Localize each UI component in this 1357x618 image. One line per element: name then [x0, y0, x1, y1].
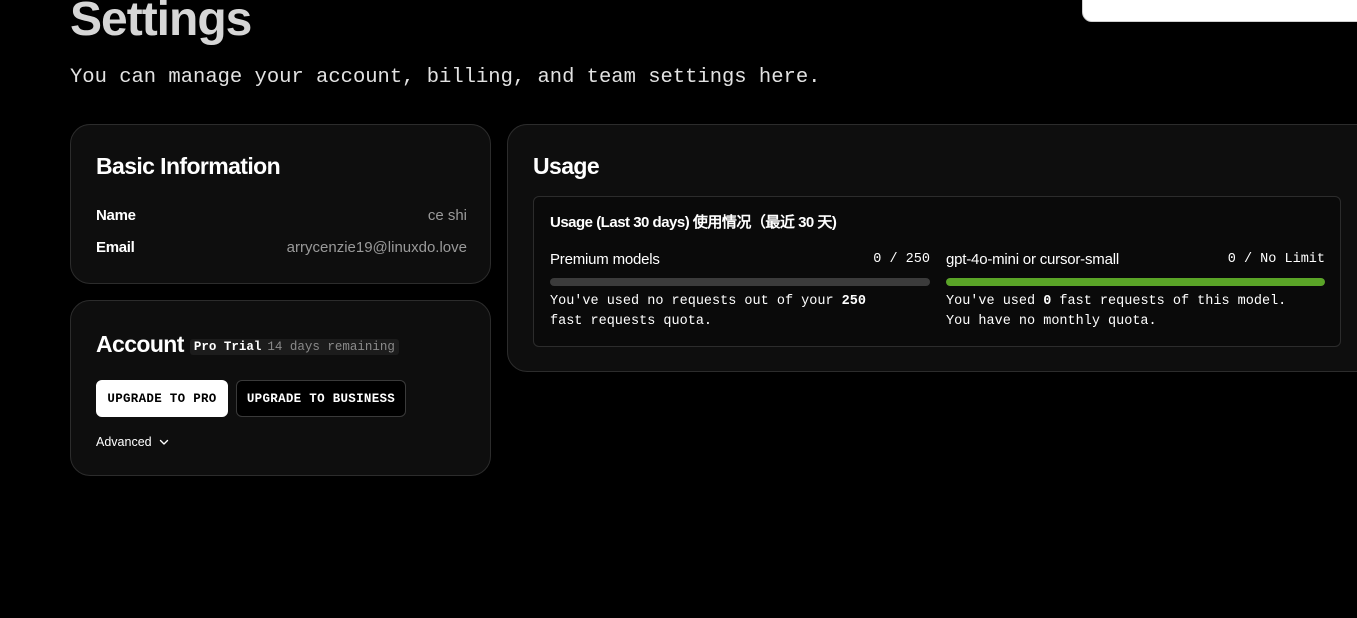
- progress-fill: [946, 278, 1325, 286]
- basic-information-title: Basic Information: [96, 153, 281, 179]
- account-card: Account Pro Trial 14 days remaining UPGR…: [70, 300, 491, 476]
- meter-count: 0 / No Limit: [1227, 251, 1325, 267]
- meter-header: Premium models 0 / 250: [550, 249, 930, 269]
- name-label: Name: [96, 206, 136, 224]
- meter-count: 0 / 250: [873, 251, 930, 267]
- settings-page: Settings You can manage your account, bi…: [0, 0, 1357, 618]
- progress-track: [946, 278, 1325, 286]
- meter-description: You've used 0 fast requests of this mode…: [946, 292, 1325, 332]
- page-title: Settings: [70, 0, 252, 46]
- meter-description: You've used no requests out of your 250 …: [550, 292, 930, 332]
- premium-models-meter: Premium models 0 / 250 You've used no re…: [550, 249, 930, 332]
- usage-panel-title: Usage (Last 30 days) 使用情况（最近 30 天): [550, 214, 837, 231]
- meter-name: Premium models: [550, 250, 660, 268]
- usage-card: Usage Usage (Last 30 days) 使用情况（最近 30 天)…: [507, 124, 1357, 372]
- plan-badge: Pro Trial 14 days remaining: [189, 338, 399, 355]
- name-value: ce shi: [427, 206, 467, 224]
- chevron-down-icon: [159, 439, 168, 445]
- advanced-toggle[interactable]: Advanced: [96, 435, 170, 449]
- email-row: Email arrycenzie19@linuxdo.love: [96, 236, 467, 258]
- name-row: Name ce shi: [96, 204, 467, 226]
- progress-track: [550, 278, 930, 286]
- basic-information-card: Basic Information Name ce shi Email arry…: [70, 124, 491, 284]
- meter-name: gpt-4o-mini or cursor-small: [946, 250, 1119, 268]
- gpt-4o-mini-meter: gpt-4o-mini or cursor-small 0 / No Limit…: [946, 249, 1325, 332]
- desc-bold: 250: [841, 294, 866, 309]
- account-header: Account Pro Trial 14 days remaining: [96, 331, 399, 358]
- page-subtitle: You can manage your account, billing, an…: [70, 66, 821, 89]
- advanced-label: Advanced: [96, 435, 152, 449]
- plan-name: Pro Trial: [193, 339, 262, 354]
- upgrade-to-business-button[interactable]: UPGRADE TO BUSINESS: [236, 380, 406, 417]
- top-popover: [1082, 0, 1357, 22]
- email-value: arrycenzie19@linuxdo.love: [286, 238, 467, 256]
- account-title: Account: [96, 331, 184, 357]
- meter-header: gpt-4o-mini or cursor-small 0 / No Limit: [946, 249, 1325, 269]
- usage-panel: Usage (Last 30 days) 使用情况（最近 30 天) Premi…: [533, 196, 1341, 347]
- desc-prefix: You've used: [946, 294, 1044, 309]
- plan-remaining: 14 days remaining: [267, 339, 395, 354]
- desc-suffix: fast requests quota.: [550, 314, 713, 329]
- email-label: Email: [96, 238, 135, 256]
- desc-prefix: You've used no requests out of your: [550, 294, 842, 309]
- upgrade-to-pro-button[interactable]: UPGRADE TO PRO: [96, 380, 228, 417]
- usage-title: Usage: [533, 153, 600, 179]
